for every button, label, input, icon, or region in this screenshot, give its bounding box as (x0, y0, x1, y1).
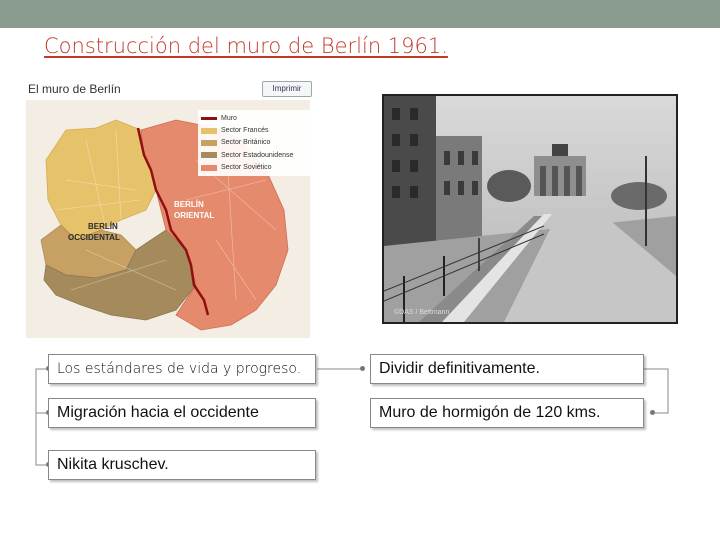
connector-dot (360, 366, 365, 371)
left-box-3[interactable]: Nikita kruschev. (48, 450, 316, 480)
right-box-2[interactable]: Muro de hormigón de 120 kms. (370, 398, 644, 428)
connector-dot (650, 410, 655, 415)
left-box-1[interactable]: Los estándares de vida y progreso. (48, 354, 316, 384)
left-box-2[interactable]: Migración hacia el occidente (48, 398, 316, 428)
right-box-1[interactable]: Dividir definitivamente. (370, 354, 644, 384)
